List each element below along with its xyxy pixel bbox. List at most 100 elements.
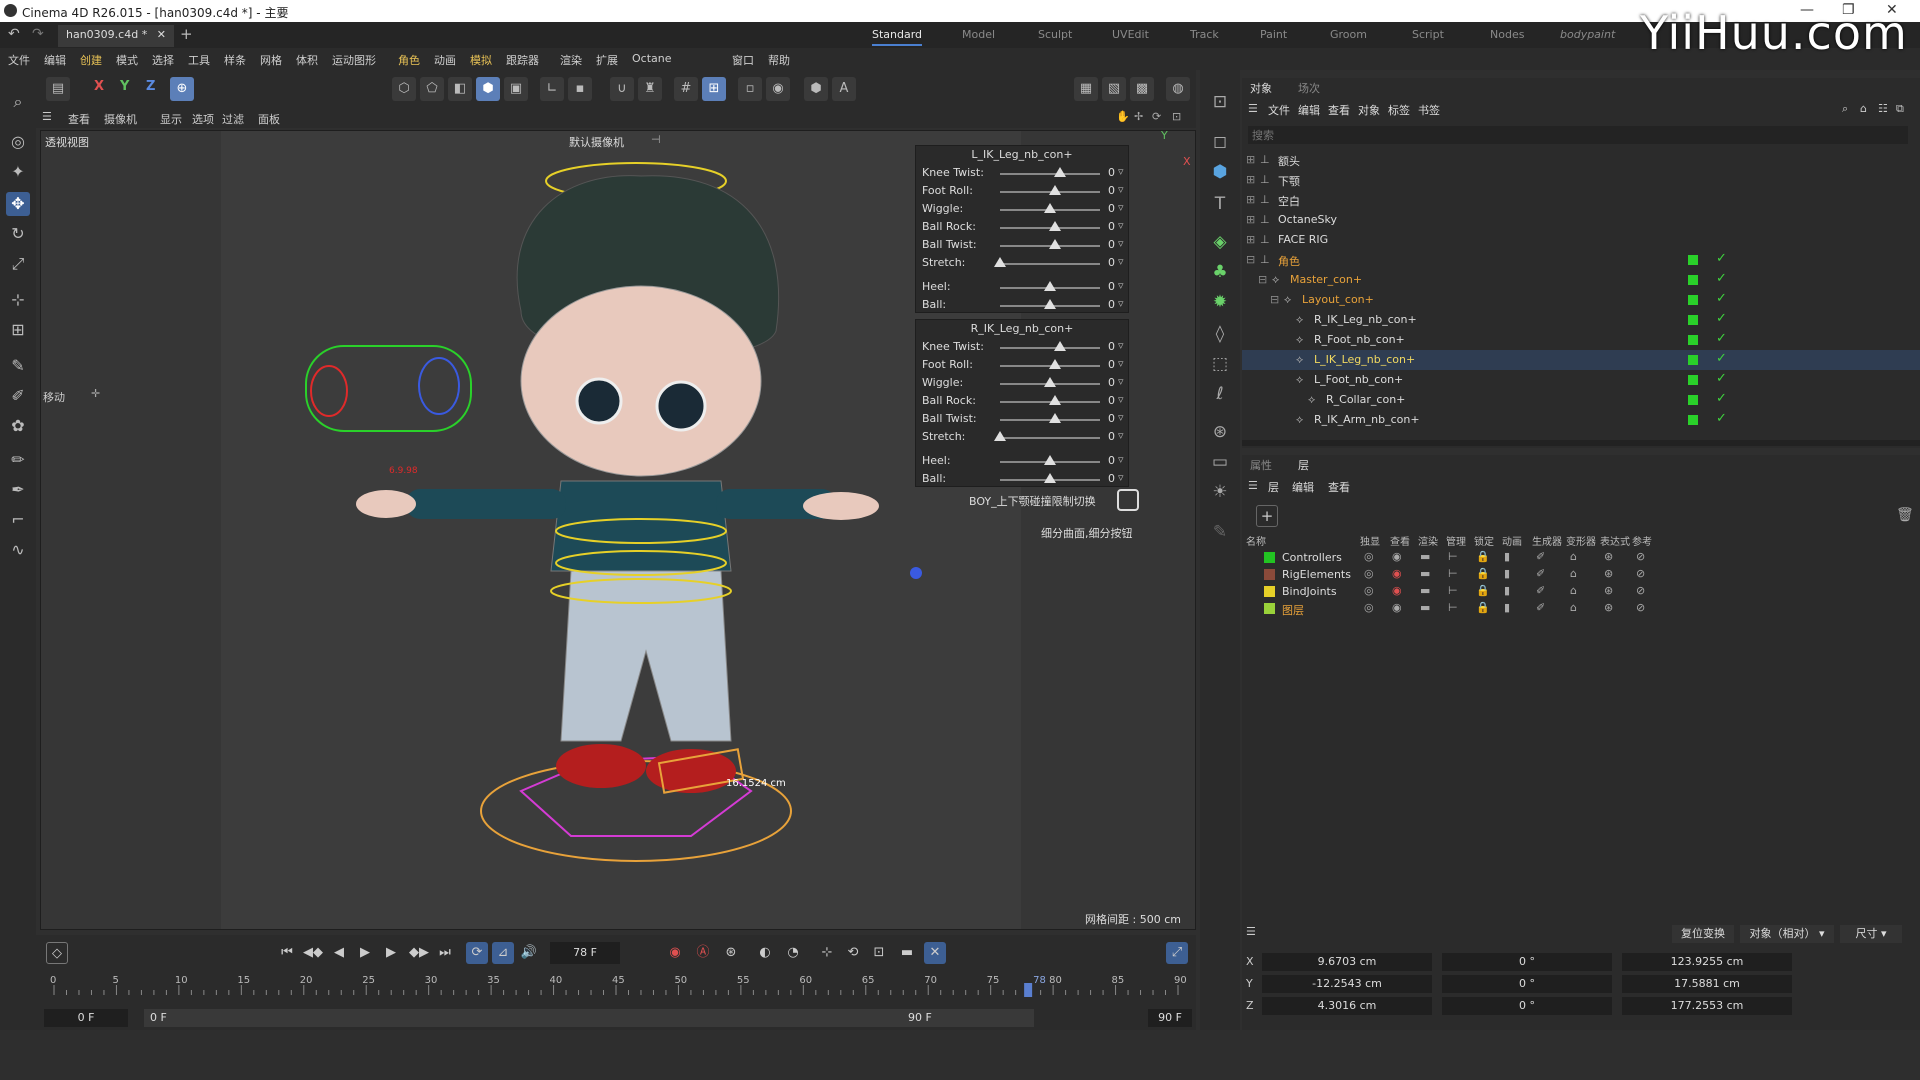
layer-toggle-icon[interactable]: ▬ bbox=[1420, 584, 1430, 597]
close-tab-icon[interactable]: ✕ bbox=[157, 28, 166, 41]
layer-color-swatch[interactable] bbox=[1264, 603, 1275, 614]
rig-panel-title[interactable]: R_IK_Leg_nb_con+ bbox=[916, 320, 1128, 338]
magnet-snap-icon[interactable]: ∪ bbox=[610, 77, 634, 101]
rig-dropdown-icon[interactable]: ▿ bbox=[1118, 375, 1124, 388]
render-view-icon[interactable]: ⬢ bbox=[804, 77, 828, 101]
axis-tool-icon[interactable]: ⊹ bbox=[6, 288, 30, 312]
spline-pen-icon[interactable]: ✎ bbox=[6, 354, 30, 378]
object-row[interactable]: ⊞ ⊥ 空白 bbox=[1242, 190, 1920, 210]
param-key-icon[interactable]: ⟲ bbox=[842, 942, 864, 964]
layout-tab[interactable]: Model bbox=[962, 28, 995, 41]
sound-icon[interactable]: 🔊 bbox=[518, 942, 540, 964]
layer-color-swatch[interactable] bbox=[1688, 315, 1698, 325]
layer-column-header[interactable]: 动画 bbox=[1502, 533, 1522, 548]
object-name[interactable]: 额头 bbox=[1278, 153, 1300, 169]
polygon-mode-icon[interactable]: ◧ bbox=[448, 77, 472, 101]
layer-name[interactable]: BindJoints bbox=[1282, 585, 1337, 598]
rig-slider-value[interactable]: 0 bbox=[1108, 238, 1115, 251]
layer-toggle-icon[interactable]: ◉ bbox=[1392, 567, 1402, 580]
snap-grid-icon[interactable]: ⊞ bbox=[702, 77, 726, 101]
expand-icon[interactable]: ⊞ bbox=[1246, 173, 1255, 186]
layer-column-header[interactable]: 独显 bbox=[1360, 533, 1380, 548]
object-name[interactable]: 下颚 bbox=[1278, 173, 1300, 189]
layer-toggle-icon[interactable]: ◎ bbox=[1364, 550, 1374, 563]
menu-item[interactable]: 网格 bbox=[260, 52, 282, 68]
menu-item[interactable]: 扩展 bbox=[596, 52, 618, 68]
layer-row[interactable]: Controllers ◎ ◉ ▬ ⊢ 🔒 ▮ ✐ ⌂ ⊛ ⊘ bbox=[1242, 549, 1920, 566]
layout-tab[interactable]: Nodes bbox=[1490, 28, 1524, 41]
select-tool-icon[interactable]: ◎ bbox=[6, 130, 30, 154]
om-menu-item[interactable]: 文件 bbox=[1268, 102, 1290, 118]
layer-column-header[interactable]: 生成器 bbox=[1532, 533, 1562, 548]
current-frame-field[interactable]: 78 F bbox=[550, 942, 620, 964]
rig-slider-value[interactable]: 0 bbox=[1108, 256, 1115, 269]
layout-tab[interactable]: Script bbox=[1412, 28, 1444, 41]
rig-dropdown-icon[interactable]: ▿ bbox=[1118, 255, 1124, 268]
layer-toggle-icon[interactable]: ✐ bbox=[1536, 567, 1545, 580]
menu-item[interactable]: Octane bbox=[632, 52, 672, 65]
rig-slider-thumb[interactable] bbox=[994, 257, 1006, 267]
layer-name[interactable]: Controllers bbox=[1282, 551, 1342, 564]
layer-toggle-icon[interactable]: ⊛ bbox=[1604, 550, 1613, 563]
om-menu-item[interactable]: 标签 bbox=[1388, 102, 1410, 118]
layer-toggle-icon[interactable]: ⊘ bbox=[1636, 567, 1645, 580]
layer-color-swatch[interactable] bbox=[1688, 275, 1698, 285]
pla-key-icon[interactable]: ⊡ bbox=[868, 942, 890, 964]
coordinate-mode-dropdown[interactable]: 对象（相对） ▾ bbox=[1740, 925, 1834, 943]
cube-icon[interactable]: ⬢ bbox=[1208, 160, 1232, 184]
rig-slider-track[interactable] bbox=[1000, 437, 1100, 439]
layer-toggle-icon[interactable]: ⊘ bbox=[1636, 601, 1645, 614]
viewport-menu-item[interactable]: 显示 bbox=[160, 111, 182, 127]
position-key-icon[interactable]: ◐ bbox=[754, 942, 776, 964]
layer-column-header[interactable]: 变形器 bbox=[1566, 533, 1596, 548]
interpolation-icon[interactable]: ✕ bbox=[924, 942, 946, 964]
lm-tab[interactable]: 层 bbox=[1298, 457, 1309, 473]
object-row[interactable]: ⊟ ⟡ Master_con+ ✓ bbox=[1242, 270, 1920, 290]
rotate-view-icon[interactable]: ⟳ bbox=[1152, 110, 1161, 123]
start-frame-field[interactable]: 0 F bbox=[44, 1009, 128, 1027]
cube-primitive-icon[interactable]: ◻ bbox=[1208, 130, 1232, 154]
rig-slider-thumb[interactable] bbox=[1044, 203, 1056, 213]
layer-toggle-icon[interactable]: ⊛ bbox=[1604, 584, 1613, 597]
rig-slider-value[interactable]: 0 bbox=[1108, 166, 1115, 179]
object-row[interactable]: ⟡ R_IK_Leg_nb_con+ ✓ bbox=[1242, 310, 1920, 330]
layer-toggle-icon[interactable]: ◎ bbox=[1364, 567, 1374, 580]
clapper-icon[interactable]: ▦ bbox=[1074, 77, 1098, 101]
rig-slider-value[interactable]: 0 bbox=[1108, 340, 1115, 353]
end-frame-field[interactable]: 90 F bbox=[1148, 1009, 1192, 1027]
workplane-icon[interactable]: ▫ bbox=[738, 77, 762, 101]
layer-color-swatch[interactable] bbox=[1688, 355, 1698, 365]
layer-toggle-icon[interactable]: ▮ bbox=[1504, 584, 1510, 597]
layer-toggle-icon[interactable]: ▬ bbox=[1420, 567, 1430, 580]
layer-column-header[interactable]: 渲染 bbox=[1418, 533, 1438, 548]
om-home-icon[interactable]: ⌂ bbox=[1860, 102, 1867, 115]
render-region-icon[interactable]: ▧ bbox=[1102, 77, 1126, 101]
om-filter-icon[interactable]: ☷ bbox=[1878, 102, 1888, 115]
texture-mode-icon[interactable]: ▪ bbox=[568, 77, 592, 101]
rig-slider-value[interactable]: 0 bbox=[1108, 412, 1115, 425]
object-row[interactable]: ⊞ ⊥ OctaneSky bbox=[1242, 210, 1920, 230]
rig-slider-thumb[interactable] bbox=[1054, 167, 1066, 177]
layer-color-swatch[interactable] bbox=[1264, 569, 1275, 580]
rig-dropdown-icon[interactable]: ▿ bbox=[1118, 183, 1124, 196]
rig-slider-value[interactable]: 0 bbox=[1108, 202, 1115, 215]
menu-item[interactable]: 体积 bbox=[296, 52, 318, 68]
layer-color-swatch[interactable] bbox=[1688, 395, 1698, 405]
layer-column-header[interactable]: 参考 bbox=[1632, 533, 1652, 548]
layer-toggle-icon[interactable]: ⌂ bbox=[1570, 601, 1577, 614]
spline-icon[interactable]: ℓ bbox=[1208, 382, 1232, 406]
layer-toggle-icon[interactable]: ⌂ bbox=[1570, 584, 1577, 597]
object-name[interactable]: Master_con+ bbox=[1290, 273, 1362, 286]
menu-item[interactable]: 渲染 bbox=[560, 52, 582, 68]
object-row[interactable]: ⟡ L_IK_Leg_nb_con+ ✓ bbox=[1242, 350, 1920, 370]
rig-slider-value[interactable]: 0 bbox=[1108, 430, 1115, 443]
y-axis-lock-button[interactable]: Y bbox=[120, 79, 129, 94]
fcurve-icon[interactable]: ⤢ bbox=[1166, 942, 1188, 964]
expand-icon[interactable]: ⊟ bbox=[1246, 253, 1255, 266]
rig-dropdown-icon[interactable]: ▿ bbox=[1118, 411, 1124, 424]
rig-slider-value[interactable]: 0 bbox=[1108, 220, 1115, 233]
lm-tab[interactable]: 属性 bbox=[1250, 457, 1272, 473]
menu-item[interactable]: 动画 bbox=[434, 52, 456, 68]
layer-row[interactable]: 图层 ◎ ◉ ▬ ⊢ 🔒 ▮ ✐ ⌂ ⊛ ⊘ bbox=[1242, 600, 1920, 617]
layer-toggle-icon[interactable]: ▬ bbox=[1420, 550, 1430, 563]
